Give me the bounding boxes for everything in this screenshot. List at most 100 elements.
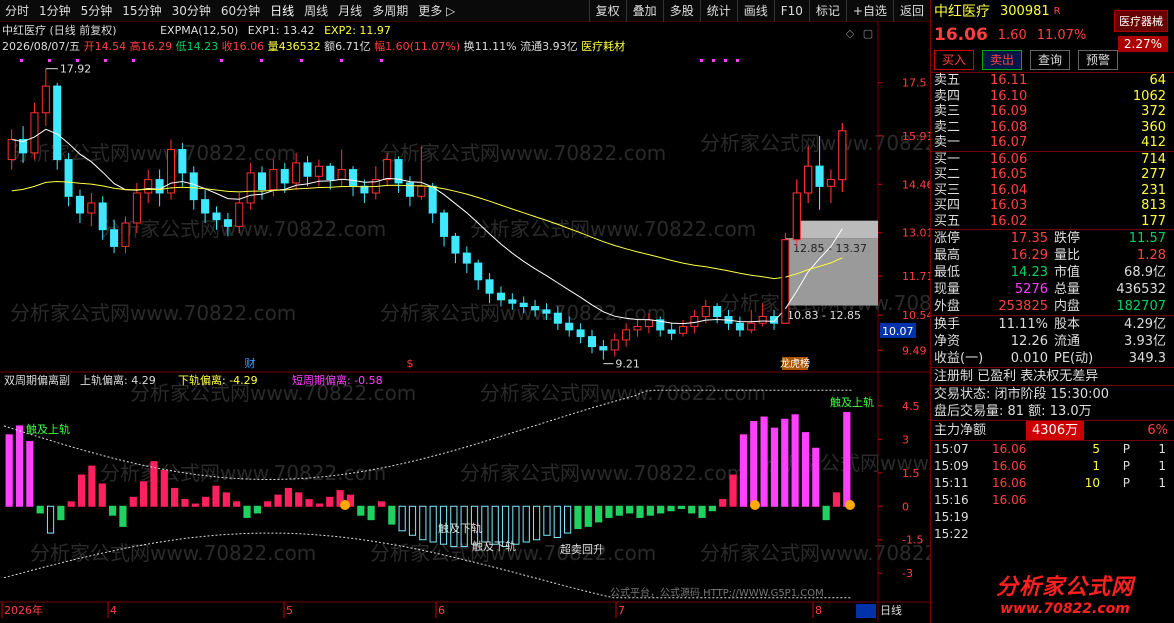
tick-row: 15:22	[931, 526, 1174, 543]
tick-list[interactable]: 15:07 16.06 5 P 1 15:09 16.06 1 P 1 15:11 16.06 10 P 1…	[931, 441, 1174, 543]
level-volume: 372	[1141, 104, 1166, 119]
deviation-bar	[781, 418, 789, 507]
bid-book: 买一 16.06 714 买二 16.05 277 买三 16.04 231 买四 16.03 813…	[931, 152, 1174, 230]
tick-time: 15:19	[934, 510, 969, 524]
signal-dot	[724, 59, 727, 62]
tick-price	[992, 526, 1060, 543]
order-book-row[interactable]: 买一 16.06 714	[931, 152, 1174, 168]
r-flag: R	[1053, 5, 1061, 17]
candle-body	[610, 339, 619, 351]
amount-value: 额6.71亿	[324, 40, 371, 53]
candle-body	[770, 316, 779, 324]
footer-watermark: 公式平台，公式源码 HTTP://WWW.G5P1.COM	[610, 586, 824, 599]
query-button[interactable]: 查询	[1030, 50, 1071, 70]
stat-key: 量比	[1054, 248, 1081, 263]
toolbar-button[interactable]: 返回	[892, 0, 930, 22]
price-change-pct: 11.07%	[1036, 27, 1087, 43]
period-toolbar: 分时 1分钟 5分钟 15分钟 30分钟 60分钟 日线 周线 月线 多周期 更多 ▷ 复权 叠加 多股…	[0, 0, 930, 22]
toolbar-button[interactable]: 统计	[699, 0, 737, 22]
level-volume: 231	[1141, 182, 1166, 198]
time-label: 4	[110, 604, 117, 617]
fundamentals-table: 换手 11.11% 股本 4.29亿 净资 12.26 流通 3.93亿 收益(一) 0.010 P…	[931, 316, 1174, 367]
period-tab[interactable]: 多周期	[367, 0, 413, 22]
stat-row: 现量 5276 总量 436532	[931, 281, 1174, 298]
period-tab[interactable]: 15分钟	[117, 0, 166, 22]
period-tab[interactable]: 1分钟	[34, 0, 76, 22]
deviation-bar	[243, 505, 251, 518]
period-tab[interactable]: 5分钟	[76, 0, 118, 22]
period-tab[interactable]: 日线	[265, 0, 299, 22]
price-tick-label: 10.54	[902, 309, 930, 322]
stat-key: 现量	[934, 282, 961, 297]
toolbar-button[interactable]: 叠加	[625, 0, 663, 22]
touch-lower-label: 触及下轨	[438, 521, 482, 535]
level-volume: 1062	[1132, 88, 1166, 104]
close-value: 收16.06	[221, 40, 265, 53]
toolbar-button[interactable]: 标记	[808, 0, 846, 22]
touch-upper-label: 触及上轨	[26, 422, 70, 436]
tick-flag: P	[1122, 459, 1130, 473]
trade-status: 交易状态: 闭市阶段 15:30:00	[934, 387, 1110, 402]
candle-body	[110, 229, 119, 247]
period-tab[interactable]: 更多 ▷	[413, 0, 460, 22]
price-tick-label: 15.91	[902, 130, 930, 143]
deviation-bar	[67, 501, 75, 507]
dollar-marker: $	[407, 357, 414, 370]
toolbar-button[interactable]: 画线	[736, 0, 774, 22]
price-tick-label: 9.49	[902, 344, 927, 357]
toolbar-button[interactable]: 复权	[588, 0, 626, 22]
order-book-row[interactable]: 卖二 16.08 360	[931, 120, 1174, 136]
period-tab[interactable]: 周线	[299, 0, 333, 22]
alert-button[interactable]: 预警	[1078, 50, 1119, 70]
level-label: 买四	[934, 198, 961, 213]
deviation-bar	[615, 505, 623, 516]
order-book-row[interactable]: 卖五 16.11 64	[931, 73, 1174, 89]
industry-badge[interactable]: 医疗器械	[1114, 10, 1168, 32]
sell-button[interactable]: 卖出	[982, 50, 1023, 70]
tick-price: 16.06	[992, 442, 1027, 456]
gap-box-lower-label: 10.83 - 12.85	[787, 309, 861, 322]
chart-info-line: 中红医疗 (日线 前复权) EXPMA(12,50) EXP1: 13.42 E…	[2, 23, 391, 39]
candle-body	[531, 306, 540, 311]
candle-body	[508, 299, 517, 304]
candle-body	[428, 185, 437, 214]
stock-code: 300981	[1000, 3, 1050, 19]
order-book-row[interactable]: 卖一 16.07 412	[931, 135, 1174, 151]
order-book-row[interactable]: 卖三 16.09 372	[931, 104, 1174, 120]
order-book-row[interactable]: 买四 16.03 813	[931, 198, 1174, 214]
order-book-row[interactable]: 买三 16.04 231	[931, 183, 1174, 199]
order-book-row[interactable]: 买二 16.05 277	[931, 167, 1174, 183]
buy-button[interactable]: 买入	[934, 50, 975, 70]
lower-dev-legend: 下轨偏离: -4.29	[178, 373, 258, 387]
candle-body	[826, 179, 835, 187]
stock-chart[interactable]: 分析家公式网www.70822.com 分析家公式网www.70822.com 分析…	[0, 0, 930, 623]
tick-count	[1130, 509, 1174, 526]
tick-volume	[1060, 509, 1100, 526]
period-tab[interactable]: 30分钟	[167, 0, 216, 22]
candle-body	[633, 326, 642, 331]
order-book-row[interactable]: 卖四 16.10 1062	[931, 89, 1174, 105]
deviation-bar	[222, 492, 230, 507]
stat-value: 12.26	[1010, 334, 1048, 349]
level-label: 卖五	[934, 73, 961, 88]
level-price: 16.06	[990, 151, 1028, 167]
ask-book: 卖五 16.11 64 卖四 16.10 1062 卖三 16.09 372 卖二 16.08 360…	[931, 73, 1174, 151]
candle-body	[144, 179, 153, 194]
level-label: 买五	[934, 213, 961, 229]
period-tab[interactable]: 分时	[0, 0, 34, 22]
deviation-bar	[5, 434, 13, 507]
toolbar-button[interactable]: +自选	[845, 0, 893, 22]
level-price: 16.04	[990, 182, 1028, 198]
period-tab[interactable]: 月线	[333, 0, 367, 22]
signal-dot	[736, 59, 739, 62]
candle-body	[314, 165, 323, 177]
order-book-row[interactable]: 买五 16.02 177	[931, 214, 1174, 230]
candle-body	[30, 112, 39, 154]
sub-tick-label: 0	[902, 500, 909, 513]
tick-volume	[1060, 526, 1100, 543]
toolbar-button[interactable]: F10	[773, 0, 809, 22]
turnover-value: 换11.11%	[463, 40, 517, 53]
toolbar-button[interactable]: 多股	[662, 0, 700, 22]
period-tab[interactable]: 60分钟	[216, 0, 265, 22]
indicator-title: 双周期偏离副	[4, 373, 70, 387]
